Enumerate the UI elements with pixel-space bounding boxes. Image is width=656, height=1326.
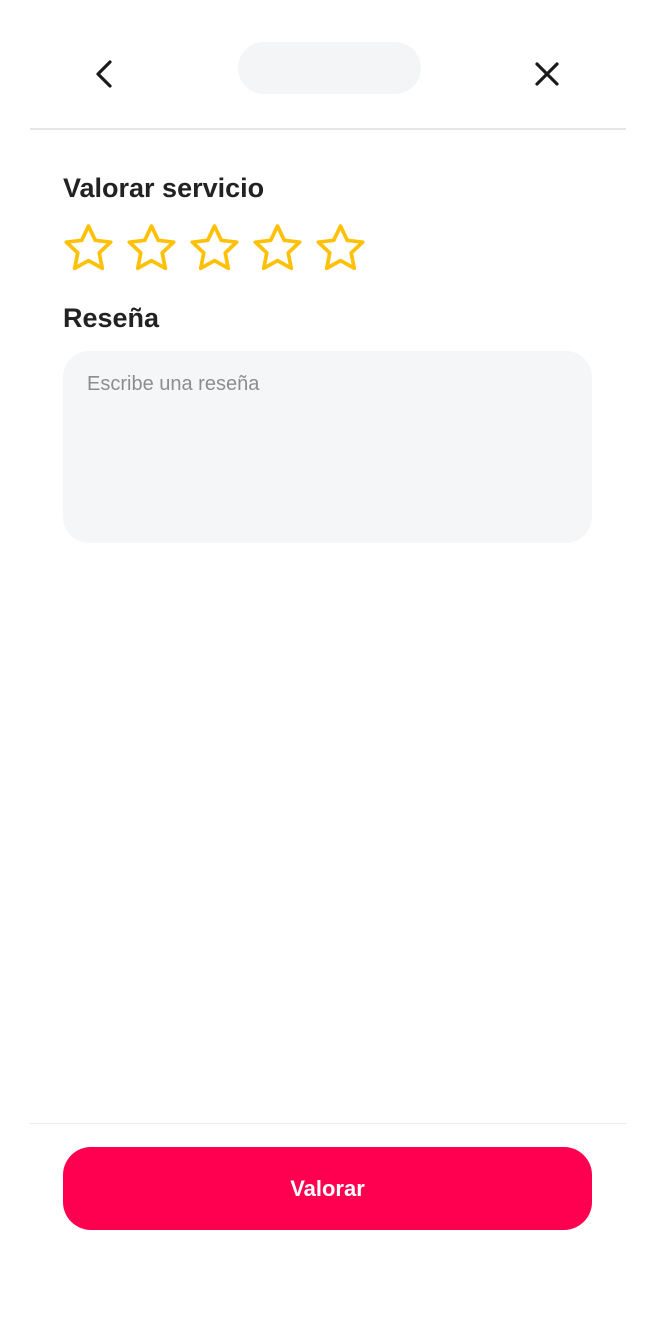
- review-field-container: [63, 351, 592, 543]
- star-icon[interactable]: [312, 220, 369, 276]
- close-icon: [535, 62, 559, 86]
- rating-title: Valorar servicio: [63, 173, 265, 203]
- review-title: Reseña: [63, 303, 160, 333]
- submit-rating-button[interactable]: Valorar: [63, 1147, 592, 1230]
- star-icon[interactable]: [249, 220, 306, 276]
- footer-divider: [30, 1123, 626, 1124]
- star-icon[interactable]: [186, 220, 243, 276]
- review-input[interactable]: [63, 351, 592, 543]
- star-rating: [60, 220, 369, 276]
- star-icon[interactable]: [123, 220, 180, 276]
- close-button[interactable]: [525, 52, 569, 96]
- header-divider: [30, 128, 626, 130]
- star-icon[interactable]: [60, 220, 117, 276]
- page-title: [238, 42, 421, 94]
- header: [0, 0, 656, 128]
- back-button[interactable]: [82, 52, 126, 96]
- chevron-left-icon: [96, 60, 112, 88]
